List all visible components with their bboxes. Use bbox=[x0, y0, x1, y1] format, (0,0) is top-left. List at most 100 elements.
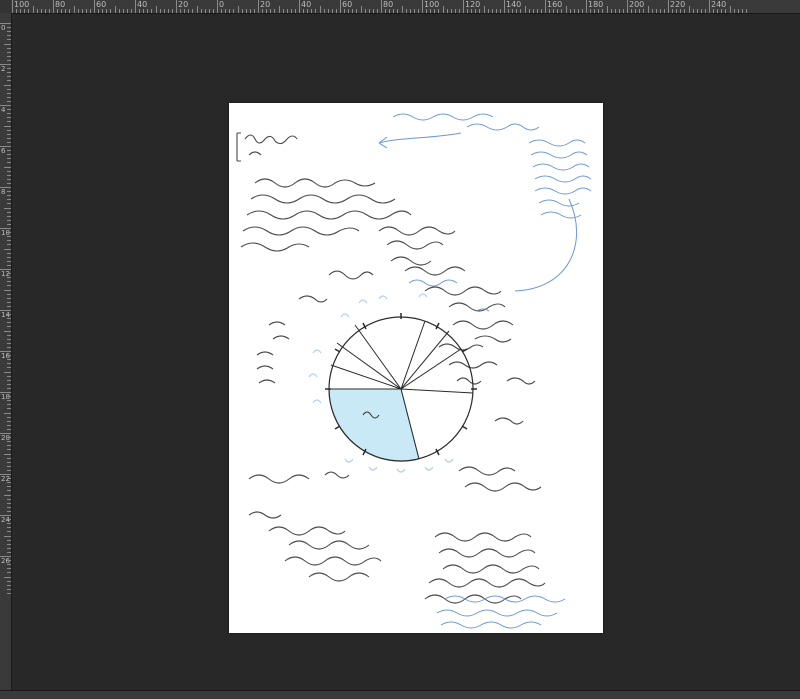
ruler-label: 240 bbox=[711, 0, 727, 9]
ruler-minor-tick bbox=[659, 9, 661, 13]
ruler-minor-tick bbox=[7, 478, 11, 480]
document-page[interactable] bbox=[229, 103, 603, 633]
ruler-minor-tick bbox=[450, 9, 452, 13]
vertical-ruler[interactable]: 0 2 4 6 8 10 12 14 16 18 20 22 24 26 bbox=[0, 13, 12, 690]
ruler-minor-tick bbox=[155, 6, 157, 13]
canvas-workspace[interactable] bbox=[12, 14, 800, 690]
ruler-minor-tick bbox=[393, 9, 395, 13]
ruler-minor-tick bbox=[7, 137, 11, 139]
ruler-minor-tick bbox=[7, 215, 11, 217]
ruler-minor-tick bbox=[413, 9, 415, 13]
ruler-minor-tick bbox=[7, 506, 11, 508]
ruler-minor-tick bbox=[557, 9, 559, 13]
ruler-minor-tick bbox=[372, 9, 374, 13]
ruler-minor-tick bbox=[110, 9, 112, 13]
ruler-minor-tick bbox=[16, 9, 18, 13]
ruler-minor-tick bbox=[102, 9, 104, 13]
ruler-label: 160 bbox=[547, 0, 563, 9]
ruler-label: 20 bbox=[178, 0, 189, 9]
ruler-label: 20 bbox=[260, 0, 271, 9]
ruler-major-tick bbox=[504, 0, 505, 13]
ruler-label: 40 bbox=[137, 0, 148, 9]
ruler-minor-tick bbox=[7, 195, 11, 197]
ruler-label: 40 bbox=[301, 0, 312, 9]
ruler-minor-tick bbox=[7, 170, 11, 172]
ruler-major-tick bbox=[94, 0, 95, 13]
ruler-major-tick bbox=[258, 0, 259, 13]
ruler-minor-tick bbox=[7, 35, 11, 37]
ruler-minor-tick bbox=[40, 9, 42, 13]
ruler-minor-tick bbox=[606, 6, 608, 13]
ruler-minor-tick bbox=[7, 113, 11, 115]
ruler-minor-tick bbox=[524, 6, 526, 13]
ruler-minor-tick bbox=[639, 9, 641, 13]
horizontal-ruler[interactable]: 100 80 60 40 20 0 20 40 60 80 100 120 140 160 180 200 22… bbox=[0, 0, 800, 14]
ruler-minor-tick bbox=[7, 424, 11, 426]
ruler-minor-tick bbox=[487, 9, 489, 13]
ruler-minor-tick bbox=[4, 371, 11, 373]
ruler-minor-tick bbox=[282, 9, 284, 13]
ruler-minor-tick bbox=[401, 6, 403, 13]
ruler-minor-tick bbox=[7, 293, 11, 295]
ruler-minor-tick bbox=[7, 519, 11, 521]
ruler-minor-tick bbox=[356, 9, 358, 13]
ruler-minor-tick bbox=[594, 9, 596, 13]
ruler-minor-tick bbox=[7, 199, 11, 201]
ruler-minor-tick bbox=[7, 297, 11, 299]
ruler-minor-tick bbox=[7, 367, 11, 369]
ruler-minor-tick bbox=[143, 9, 145, 13]
ruler-minor-tick bbox=[565, 6, 567, 13]
ruler-minor-tick bbox=[4, 289, 11, 291]
ruler-minor-tick bbox=[4, 84, 11, 86]
ruler-minor-tick bbox=[397, 9, 399, 13]
ruler-minor-tick bbox=[36, 9, 38, 13]
ruler-minor-tick bbox=[4, 453, 11, 455]
ruler-major-tick bbox=[53, 0, 54, 13]
ruler-minor-tick bbox=[635, 9, 637, 13]
ruler-minor-tick bbox=[7, 449, 11, 451]
ruler-minor-tick bbox=[676, 9, 678, 13]
ruler-minor-tick bbox=[274, 9, 276, 13]
ruler-minor-tick bbox=[208, 9, 210, 13]
ruler-minor-tick bbox=[7, 338, 11, 340]
ruler-minor-tick bbox=[7, 178, 11, 180]
ruler-label: 180 bbox=[588, 0, 604, 9]
ruler-minor-tick bbox=[159, 9, 161, 13]
ruler-major-tick bbox=[217, 0, 218, 13]
ruler-minor-tick bbox=[7, 334, 11, 336]
ruler-minor-tick bbox=[688, 6, 690, 13]
ruler-minor-tick bbox=[290, 9, 292, 13]
ruler-minor-tick bbox=[733, 9, 735, 13]
ruler-major-tick bbox=[422, 0, 423, 13]
ruler-minor-tick bbox=[7, 469, 11, 471]
ruler-minor-tick bbox=[7, 211, 11, 213]
ruler-minor-tick bbox=[28, 9, 30, 13]
ruler-minor-tick bbox=[7, 318, 11, 320]
ruler-minor-tick bbox=[602, 9, 604, 13]
ruler-minor-tick bbox=[573, 9, 575, 13]
ruler-minor-tick bbox=[241, 9, 243, 13]
ruler-minor-tick bbox=[7, 437, 11, 439]
ruler-minor-tick bbox=[7, 100, 11, 102]
ruler-minor-tick bbox=[590, 9, 592, 13]
ruler-minor-tick bbox=[98, 9, 100, 13]
ruler-major-tick bbox=[340, 0, 341, 13]
ruler-minor-tick bbox=[7, 92, 11, 94]
ruler-label: 60 bbox=[96, 0, 107, 9]
ruler-major-tick bbox=[627, 0, 628, 13]
ruler-label: 0 bbox=[219, 0, 225, 9]
ruler-minor-tick bbox=[7, 461, 11, 463]
ruler-minor-tick bbox=[7, 420, 11, 422]
ruler-minor-tick bbox=[7, 219, 11, 221]
ruler-minor-tick bbox=[7, 346, 11, 348]
ruler-minor-tick bbox=[577, 9, 579, 13]
ruler-label: 100 bbox=[424, 0, 440, 9]
ruler-minor-tick bbox=[7, 252, 11, 254]
ruler-minor-tick bbox=[32, 6, 34, 13]
ruler-minor-tick bbox=[7, 223, 11, 225]
ruler-minor-tick bbox=[549, 9, 551, 13]
ruler-minor-tick bbox=[7, 457, 11, 459]
ruler-minor-tick bbox=[737, 9, 739, 13]
ruler-minor-tick bbox=[315, 9, 317, 13]
ruler-minor-tick bbox=[622, 9, 624, 13]
